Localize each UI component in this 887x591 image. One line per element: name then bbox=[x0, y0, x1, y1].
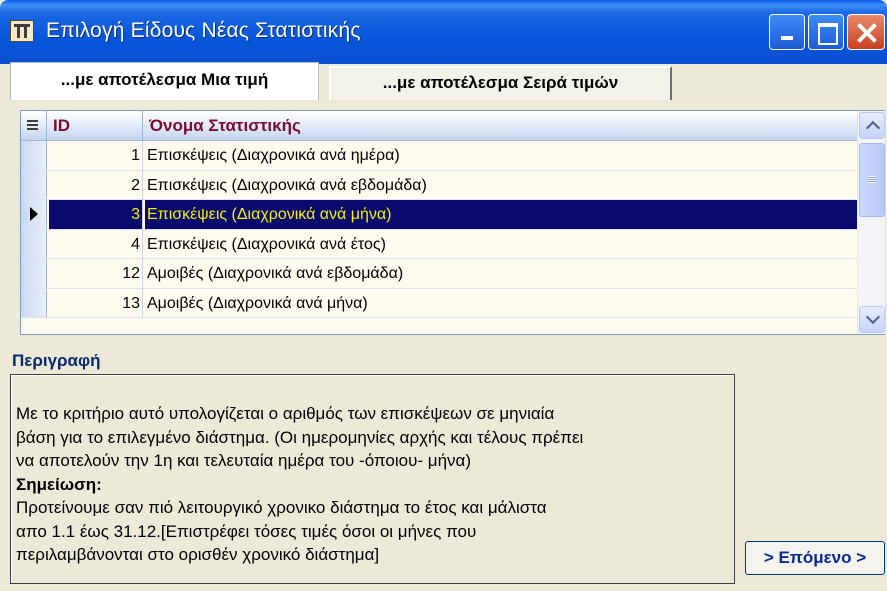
table-row[interactable]: 3 Επισκέψεις (Διαχρονικά ανά μήνα) bbox=[21, 200, 857, 230]
description-line: Προτείνουμε σαν πιό λειτουργικό χρονικο … bbox=[16, 498, 547, 517]
row-selector[interactable] bbox=[21, 259, 47, 288]
scroll-down-arrow-icon[interactable] bbox=[859, 306, 885, 333]
row-selector[interactable] bbox=[21, 141, 47, 170]
row-selector[interactable] bbox=[21, 229, 47, 258]
cell-id[interactable]: 12 bbox=[49, 259, 143, 288]
cell-id[interactable]: 3 bbox=[49, 200, 143, 229]
cell-name[interactable]: Επισκέψεις (Διαχρονικά ανά μήνα) bbox=[145, 200, 857, 229]
description-line: να αποτελούν την 1η και τελευταία ημέρα … bbox=[16, 451, 472, 470]
description-note-heading: Σημείωση: bbox=[16, 474, 102, 494]
tab-value-series[interactable]: ...με αποτέλεσμα Σειρά τιμών bbox=[329, 66, 672, 100]
column-header-name[interactable]: Όνομα Στατιστικής bbox=[145, 111, 857, 141]
title-bar[interactable]: Επιλογή Είδους Νέας Στατιστικής bbox=[0, 0, 887, 64]
cell-name[interactable]: Επισκέψεις (Διαχρονικά ανά ημέρα) bbox=[145, 141, 857, 170]
table-row[interactable]: 12 Αμοιβές (Διαχρονικά ανά εβδομάδα) bbox=[21, 259, 857, 289]
description-box: Με το κριτήριο αυτό υπολογίζεται ο αριθμ… bbox=[10, 374, 735, 584]
row-selector[interactable] bbox=[21, 288, 47, 317]
app-icon bbox=[10, 20, 34, 42]
table-row[interactable]: 13 Αμοιβές (Διαχρονικά ανά μήνα) bbox=[21, 288, 857, 318]
minimize-button[interactable] bbox=[769, 14, 805, 50]
cell-id[interactable]: 1 bbox=[49, 141, 143, 170]
grid-rows: 1 Επισκέψεις (Διαχρονικά ανά ημέρα) 2 Επισκ… bbox=[21, 141, 857, 318]
vertical-scrollbar[interactable] bbox=[857, 111, 885, 334]
row-selector-header-icon[interactable] bbox=[21, 111, 47, 141]
tab-single-value[interactable]: ...με αποτέλεσμα Μια τιμή bbox=[10, 62, 319, 100]
row-pointer-icon[interactable] bbox=[21, 200, 47, 229]
scroll-thumb[interactable] bbox=[859, 143, 885, 217]
dialog-window: Επιλογή Είδους Νέας Στατιστικής ...με απ… bbox=[0, 0, 887, 591]
maximize-button[interactable] bbox=[808, 14, 844, 50]
column-header-id[interactable]: ID bbox=[49, 111, 143, 141]
close-button[interactable] bbox=[847, 14, 885, 50]
cell-id[interactable]: 2 bbox=[49, 170, 143, 199]
grid-header: ID Όνομα Στατιστικής bbox=[21, 111, 857, 141]
scroll-up-arrow-icon[interactable] bbox=[859, 112, 885, 139]
row-selector[interactable] bbox=[21, 170, 47, 199]
cell-name[interactable]: Επισκέψεις (Διαχρονικά ανά εβδομάδα) bbox=[145, 171, 857, 200]
cell-id[interactable]: 4 bbox=[49, 229, 143, 258]
next-button[interactable]: > Επόμενο > bbox=[745, 541, 885, 575]
description-label: Περιγραφή bbox=[12, 351, 101, 370]
description-line: Με το κριτήριο αυτό υπολογίζεται ο αριθμ… bbox=[16, 404, 555, 423]
cell-name[interactable]: Αμοιβές (Διαχρονικά ανά μήνα) bbox=[145, 289, 857, 318]
table-row[interactable]: 1 Επισκέψεις (Διαχρονικά ανά ημέρα) bbox=[21, 141, 857, 171]
description-line: απο 1.1 έως 31.12.[Επιστρέφει τόσες τιμέ… bbox=[16, 521, 477, 541]
cell-name[interactable]: Αμοιβές (Διαχρονικά ανά εβδομάδα) bbox=[145, 259, 857, 288]
table-row[interactable]: 2 Επισκέψεις (Διαχρονικά ανά εβδομάδα) bbox=[21, 170, 857, 200]
cell-id[interactable]: 13 bbox=[49, 288, 143, 317]
statistics-grid[interactable]: ID Όνομα Στατιστικής 1 Επισκέψεις (Διαχρο… bbox=[20, 110, 885, 335]
description-line: περιλαμβάνονται στο ορισθέν χρονικό διάσ… bbox=[16, 545, 380, 564]
description-line: βάση για το επιλεγμένο διάστημα. (Οι ημε… bbox=[16, 427, 584, 447]
cell-name[interactable]: Επισκέψεις (Διαχρονικά ανά έτος) bbox=[145, 230, 857, 259]
window-title: Επιλογή Είδους Νέας Στατιστικής bbox=[46, 19, 361, 42]
table-row[interactable]: 4 Επισκέψεις (Διαχρονικά ανά έτος) bbox=[21, 229, 857, 259]
